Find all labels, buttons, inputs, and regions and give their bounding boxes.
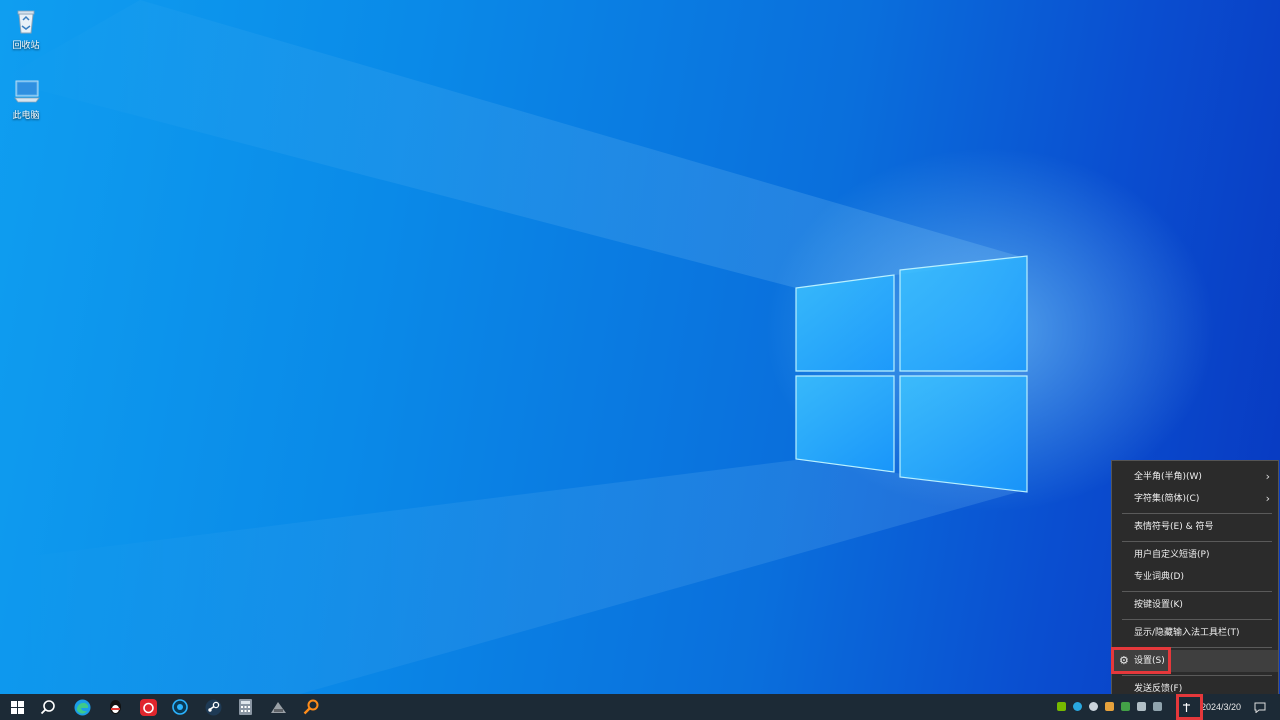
start-button[interactable] bbox=[0, 694, 34, 720]
app-tray-icon[interactable] bbox=[1073, 702, 1082, 711]
highlight-box-settings bbox=[1111, 647, 1171, 674]
menu-item-label: 全半角(半角)(W) bbox=[1134, 472, 1202, 482]
search-tool-icon bbox=[303, 699, 319, 715]
search-icon bbox=[40, 700, 55, 715]
wechat-tray-icon[interactable] bbox=[1121, 702, 1130, 711]
menu-item-label: 按键设置(K) bbox=[1134, 600, 1183, 610]
volume-tray-icon[interactable] bbox=[1153, 702, 1162, 711]
windows-logo bbox=[795, 255, 1028, 493]
desktop-icon-this-pc[interactable]: 此电脑 bbox=[0, 76, 52, 121]
start-icon bbox=[10, 700, 24, 714]
nvidia-tray-icon[interactable] bbox=[1057, 702, 1066, 711]
taskbar: 2024/3/20 bbox=[0, 694, 1280, 720]
notification-button[interactable] bbox=[1250, 694, 1270, 720]
menu-item-key-settings[interactable]: 按键设置(K) bbox=[1112, 594, 1278, 616]
taskbar-app-edge[interactable] bbox=[65, 694, 99, 720]
menu-separator bbox=[1122, 591, 1272, 592]
menu-item-label: 用户自定义短语(P) bbox=[1134, 550, 1210, 560]
taskbar-app-steam[interactable] bbox=[196, 694, 230, 720]
steam-tray-icon[interactable] bbox=[1089, 702, 1098, 711]
menu-item-pro-dictionary[interactable]: 专业词典(D) bbox=[1112, 566, 1278, 588]
steam-icon bbox=[205, 699, 221, 715]
taskbar-app-search-tool[interactable] bbox=[294, 694, 328, 720]
recycle-bin-icon bbox=[11, 6, 41, 36]
taskbar-app-circle[interactable] bbox=[163, 694, 197, 720]
taskbar-app-ink[interactable] bbox=[261, 694, 295, 720]
highlight-box-ime-indicator bbox=[1176, 694, 1203, 720]
edge-icon bbox=[74, 699, 90, 715]
menu-item-label: 表情符号(E) & 符号 bbox=[1134, 522, 1214, 532]
menu-item-charset[interactable]: 字符集(简体)(C) › bbox=[1112, 488, 1278, 510]
menu-item-label: 专业词典(D) bbox=[1134, 572, 1184, 582]
menu-item-toggle-toolbar[interactable]: 显示/隐藏输入法工具栏(T) bbox=[1112, 622, 1278, 644]
calculator-icon bbox=[238, 699, 252, 715]
menu-item-full-half-width[interactable]: 全半角(半角)(W) › bbox=[1112, 466, 1278, 488]
menu-separator bbox=[1122, 619, 1272, 620]
netease-music-icon bbox=[139, 698, 157, 716]
wallpaper bbox=[0, 0, 1028, 694]
taskbar-date[interactable]: 2024/3/20 bbox=[1201, 702, 1241, 712]
taskbar-app-netease-music[interactable] bbox=[131, 694, 165, 720]
menu-item-custom-phrases[interactable]: 用户自定义短语(P) bbox=[1112, 544, 1278, 566]
menu-separator bbox=[1122, 513, 1272, 514]
desktop-icon-label: 此电脑 bbox=[12, 111, 40, 121]
search-button[interactable] bbox=[31, 694, 65, 720]
this-pc-icon bbox=[11, 76, 41, 106]
chevron-right-icon: › bbox=[1265, 492, 1270, 505]
desktop-icon-recycle-bin[interactable]: 回收站 bbox=[0, 6, 52, 51]
penguin-tray-icon[interactable] bbox=[1105, 702, 1114, 711]
desktop-icon-label: 回收站 bbox=[12, 41, 40, 51]
menu-separator bbox=[1122, 541, 1272, 542]
app-circle-icon bbox=[172, 699, 188, 715]
chevron-right-icon: › bbox=[1265, 470, 1270, 483]
taskbar-app-qq[interactable] bbox=[98, 694, 132, 720]
qq-icon bbox=[109, 699, 121, 714]
desktop: 回收站 此电脑 bbox=[0, 0, 1280, 694]
menu-item-emoji-symbols[interactable]: 表情符号(E) & 符号 bbox=[1112, 516, 1278, 538]
notification-icon bbox=[1254, 702, 1266, 713]
menu-item-label: 显示/隐藏输入法工具栏(T) bbox=[1134, 628, 1240, 638]
taskbar-app-calculator[interactable] bbox=[228, 694, 262, 720]
ink-app-icon bbox=[270, 701, 286, 713]
network-tray-icon[interactable] bbox=[1137, 702, 1146, 711]
menu-item-label: 字符集(简体)(C) bbox=[1134, 494, 1200, 504]
menu-separator bbox=[1122, 675, 1272, 676]
